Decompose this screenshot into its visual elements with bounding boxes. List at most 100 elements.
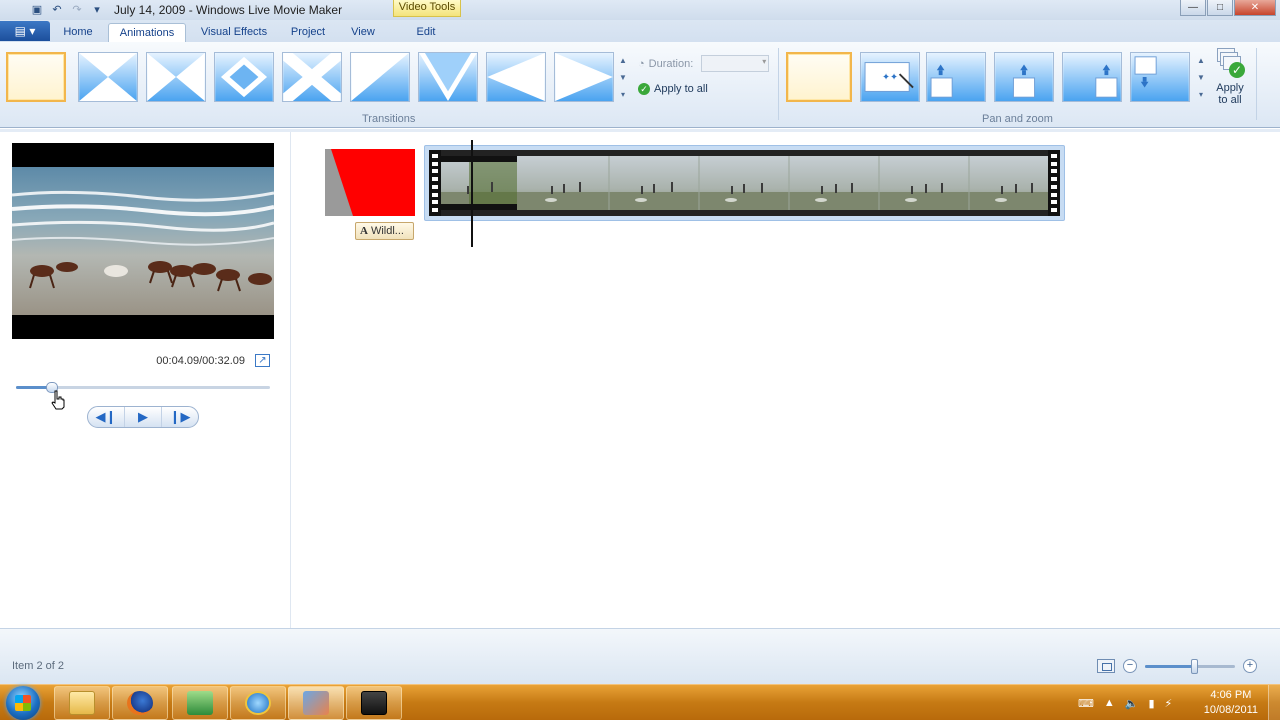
transition-arrow-left[interactable] [486, 52, 546, 102]
start-button[interactable] [6, 686, 40, 720]
maximize-button[interactable]: □ [1207, 0, 1233, 16]
zoom-out-button[interactable]: − [1123, 659, 1137, 673]
pan-zoom-up-left[interactable] [926, 52, 986, 102]
pan-zoom-none[interactable] [786, 52, 852, 102]
power-icon[interactable]: ⚡ [1165, 697, 1173, 710]
play-button[interactable]: ▶ [124, 407, 161, 427]
clock-time: 4:06 PM [1210, 689, 1252, 701]
ribbon: ▲ ▼ ▾ ◔ Duration: ▾ ✓ Apply to all Trans… [0, 42, 1280, 128]
ie-icon [245, 691, 271, 715]
film-sprocket-left [429, 150, 441, 216]
tab-project[interactable]: Project [282, 23, 334, 42]
transitions-gallery-scroll[interactable]: ▲ ▼ ▾ [618, 52, 628, 104]
camera-icon [361, 691, 387, 715]
previous-frame-button[interactable]: ◀❙ [88, 407, 124, 427]
next-frame-button[interactable]: ❙▶ [161, 407, 198, 427]
video-clip[interactable] [424, 145, 1065, 221]
title-clip[interactable] [325, 149, 415, 216]
clock-icon: ◔ [638, 57, 645, 70]
window-controls: — □ ✕ [1180, 0, 1276, 16]
gallery-more-icon[interactable]: ▾ [618, 86, 628, 103]
pan-zoom-down[interactable] [1130, 52, 1190, 102]
undo-icon[interactable]: ↶ [50, 3, 64, 17]
playhead-indicator[interactable] [471, 140, 473, 247]
apply-to-all-pan-zoom-button[interactable]: ✓ Apply to all [1210, 48, 1250, 106]
svg-text:✦✦: ✦✦ [882, 72, 898, 83]
title-clip-label[interactable]: A Wildl... [355, 222, 414, 240]
apply-to-all-transitions-button[interactable]: ✓ Apply to all [638, 83, 708, 95]
video-clip-filmstrip [429, 150, 1060, 216]
dropdown-icon[interactable]: ▾ [90, 3, 104, 17]
show-desktop-button[interactable] [1268, 685, 1280, 720]
taskbar-windows-explorer[interactable] [54, 686, 110, 720]
tab-visual-effects[interactable]: Visual Effects [192, 23, 276, 42]
save-icon[interactable]: ▣ [30, 3, 44, 17]
transition-diamond[interactable] [214, 52, 274, 102]
transition-cross-diagonal[interactable] [78, 52, 138, 102]
transition-arrow-right[interactable] [554, 52, 614, 102]
apply-label-line1: Apply [1216, 82, 1244, 94]
taskbar-clock[interactable]: 4:06 PM 10/08/2011 [1204, 688, 1258, 718]
tab-home[interactable]: Home [54, 23, 102, 42]
zoom-fill [1145, 664, 1195, 668]
transition-v-wipe[interactable] [418, 52, 478, 102]
keyboard-icon[interactable]: ⌨ [1078, 697, 1094, 710]
title-bar: ▣ ↶ ↷ ▾ July 14, 2009 - Windows Live Mov… [0, 0, 1280, 20]
taskbar-app-green[interactable] [172, 686, 228, 720]
thumbnail-size-icon[interactable] [1097, 659, 1115, 673]
fullscreen-icon[interactable]: ↗ [255, 354, 270, 367]
transition-bowtie[interactable] [146, 52, 206, 102]
taskbar-hypercam[interactable] [346, 686, 402, 720]
hand-cursor-icon [51, 390, 65, 410]
duration-control: ◔ Duration: ▾ [638, 55, 770, 72]
scroll-up-icon[interactable]: ▲ [1196, 52, 1206, 69]
close-button[interactable]: ✕ [1234, 0, 1276, 16]
pan-zoom-up-right[interactable] [1062, 52, 1122, 102]
video-tools-contextual-label: Video Tools [393, 0, 461, 17]
film-sprocket-right [1048, 150, 1060, 216]
app-menu-button[interactable]: ▤ ▾ [0, 21, 50, 41]
pan-zoom-automatic[interactable]: ✦✦ [860, 52, 920, 102]
transition-cross-x[interactable] [282, 52, 342, 102]
tab-view[interactable]: View [340, 23, 386, 42]
clock-date: 10/08/2011 [1203, 704, 1258, 716]
window-title: July 14, 2009 - Windows Live Movie Maker [114, 3, 343, 17]
redo-icon[interactable]: ↷ [70, 3, 84, 17]
duration-field[interactable]: ▾ [701, 55, 770, 72]
status-bar: Item 2 of 2 − + [0, 628, 1280, 684]
group-separator [1256, 48, 1257, 120]
taskbar-internet-explorer[interactable] [230, 686, 286, 720]
zoom-slider[interactable] [1145, 658, 1235, 674]
tab-edit[interactable]: Edit [402, 23, 450, 42]
storyboard: A Wildl... [292, 132, 1280, 628]
scroll-down-icon[interactable]: ▼ [618, 69, 628, 86]
movie-maker-icon [303, 691, 329, 715]
text-icon: A [360, 225, 368, 237]
tab-animations[interactable]: Animations [108, 23, 186, 42]
chevron-down-icon: ▾ [762, 57, 767, 66]
group-separator [778, 48, 779, 120]
network-icon[interactable]: ▮ [1148, 697, 1154, 710]
item-count-status: Item 2 of 2 [12, 660, 64, 672]
seek-slider[interactable] [16, 382, 270, 393]
playback-controls: ◀❙ ▶ ❙▶ [87, 406, 199, 428]
zoom-knob[interactable] [1191, 658, 1198, 674]
pan-zoom-up-center[interactable] [994, 52, 1054, 102]
apply-label-line2: to all [1218, 94, 1242, 106]
minimize-button[interactable]: — [1180, 0, 1206, 16]
zoom-in-button[interactable]: + [1243, 659, 1257, 673]
tray-expand-icon[interactable]: ▲ [1104, 697, 1115, 709]
transition-diagonal-wipe[interactable] [350, 52, 410, 102]
volume-icon[interactable]: 🔈 [1125, 697, 1139, 710]
scroll-up-icon[interactable]: ▲ [618, 52, 628, 69]
transition-none[interactable] [6, 52, 66, 102]
scroll-down-icon[interactable]: ▼ [1196, 69, 1206, 86]
taskbar-firefox[interactable] [112, 686, 168, 720]
pan-zoom-gallery-scroll[interactable]: ▲ ▼ ▾ [1196, 52, 1206, 104]
video-preview[interactable] [12, 143, 274, 339]
taskbar-movie-maker[interactable] [288, 686, 344, 720]
gallery-more-icon[interactable]: ▾ [1196, 86, 1206, 103]
storyboard-zoom-control: − + [1097, 657, 1257, 675]
folder-icon [69, 691, 95, 715]
quick-access-toolbar: ▣ ↶ ↷ ▾ [0, 3, 104, 17]
